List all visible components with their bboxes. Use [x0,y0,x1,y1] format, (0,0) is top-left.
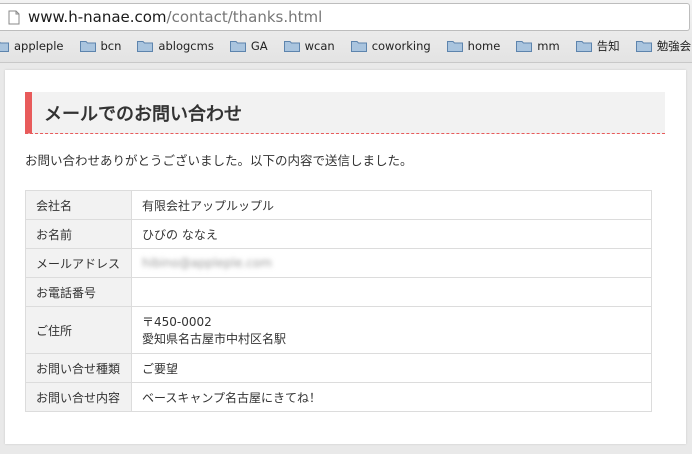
table-row-inquiry-content: お問い合せ内容 ベースキャンプ名古屋にきてね！ [25,382,652,412]
bookmark-label: wcan [304,39,335,53]
bookmark-label: GA [250,39,268,53]
browser-chrome: www.h-nanae.com/contact/thanks.html appl… [0,0,692,63]
row-value: ご要望 [131,353,652,383]
row-label: ご住所 [25,306,132,354]
page-title: メールでのお問い合わせ [25,92,665,134]
row-value: 〒450-0002 愛知県名古屋市中村区名駅 [131,306,652,354]
bookmark-label: mm [537,39,560,53]
folder-icon [0,41,9,52]
bookmarks-bar: appleple bcn ablogcms GA wcan coworking … [0,34,692,58]
url-domain: www.h-nanae.com [28,8,167,26]
bookmark-label: 勉強会 [656,39,692,53]
folder-icon [283,41,300,52]
bookmark-appleple[interactable]: appleple [0,39,64,53]
table-row-company: 会社名 有限会社アップルップル [25,190,652,220]
row-value: hibino@appleple.com [131,248,652,278]
row-value: ひびの ななえ [131,219,652,249]
folder-icon [575,41,592,52]
row-value: ベースキャンプ名古屋にきてね！ [131,382,652,412]
folder-icon [446,41,463,52]
folder-icon [516,41,533,52]
bookmark-benkyoukai[interactable]: 勉強会 [635,38,692,54]
url-path: /contact/thanks.html [166,8,323,26]
email-value-blurred: hibino@appleple.com [142,256,272,270]
bookmark-label: home [467,39,501,53]
bookmark-label: coworking [371,39,431,53]
row-label: お名前 [25,219,132,249]
folder-icon [137,41,154,52]
bookmark-label: bcn [100,39,122,53]
address-line: 愛知県名古屋市中村区名駅 [142,332,287,346]
row-label: 会社名 [25,190,132,220]
row-label: メールアドレス [25,248,132,278]
folder-icon [635,41,652,52]
folder-icon [229,41,246,52]
bookmark-bcn[interactable]: bcn [79,39,122,53]
bookmark-coworking[interactable]: coworking [350,39,431,53]
bookmark-label: ablogcms [158,39,214,53]
row-label: お電話番号 [25,277,132,307]
row-label: お問い合せ種類 [25,353,132,383]
page-icon [8,10,20,24]
folder-icon [350,41,367,52]
address-bar[interactable]: www.h-nanae.com/contact/thanks.html [0,3,690,31]
table-row-phone: お電話番号 [25,277,652,307]
thanks-message: お問い合わせありがとうございました。以下の内容で送信しました。 [25,153,413,168]
bookmark-mm[interactable]: mm [516,39,560,53]
page-content: メールでのお問い合わせ お問い合わせありがとうございました。以下の内容で送信しま… [5,70,686,444]
row-value [131,277,652,307]
bookmark-ga[interactable]: GA [229,39,268,53]
bookmark-kokuchi[interactable]: 告知 [575,38,620,54]
folder-icon [79,41,96,52]
bookmark-home[interactable]: home [446,39,501,53]
row-value: 有限会社アップルップル [131,190,652,220]
bookmark-ablogcms[interactable]: ablogcms [137,39,214,53]
table-row-email: メールアドレス hibino@appleple.com [25,248,652,278]
row-label: お問い合せ内容 [25,382,132,412]
bookmark-label: 告知 [596,39,620,53]
bookmark-wcan[interactable]: wcan [283,39,335,53]
table-row-inquiry-type: お問い合せ種類 ご要望 [25,353,652,383]
submission-table: 会社名 有限会社アップルップル お名前 ひびの ななえ メールアドレス hibi… [25,190,652,412]
page-title-text: メールでのお問い合わせ [44,103,242,125]
table-row-name: お名前 ひびの ななえ [25,219,652,249]
table-row-address: ご住所 〒450-0002 愛知県名古屋市中村区名駅 [25,306,652,354]
bookmark-label: appleple [14,39,64,53]
url-text: www.h-nanae.com/contact/thanks.html [28,8,322,26]
postal-code: 〒450-0002 [142,315,212,329]
